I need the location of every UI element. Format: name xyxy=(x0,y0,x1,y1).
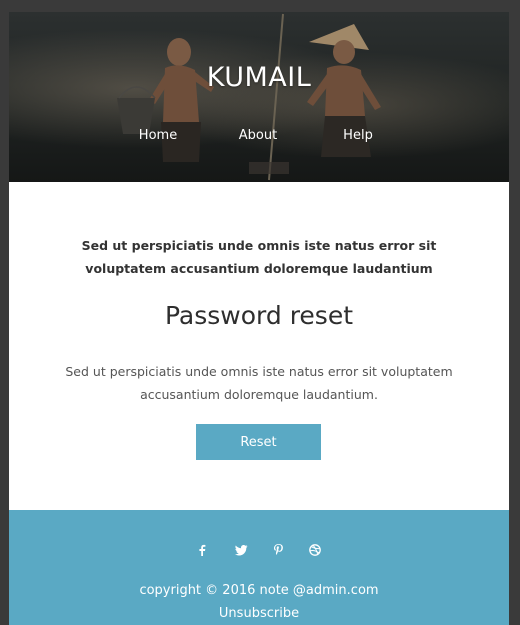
email-card: KUMAIL Home About Help Sed ut perspiciat… xyxy=(9,12,509,625)
facebook-icon[interactable] xyxy=(194,542,210,558)
nav-link-home[interactable]: Home xyxy=(139,128,177,143)
pinterest-icon[interactable] xyxy=(270,542,286,558)
hero-photo xyxy=(117,13,381,181)
description-text: Sed ut perspiciatis unde omnis iste natu… xyxy=(65,364,453,402)
page-title: Password reset xyxy=(164,301,354,330)
brand-title: KUMAIL xyxy=(206,62,312,93)
dribbble-icon[interactable] xyxy=(307,542,323,558)
nav-link-about[interactable]: About xyxy=(239,128,277,143)
twitter-icon[interactable] xyxy=(233,542,249,558)
unsubscribe-container: Unsubscribe xyxy=(9,606,509,621)
unsubscribe-link[interactable]: Unsubscribe xyxy=(219,606,299,621)
header-hero: KUMAIL Home About Help xyxy=(9,12,509,182)
reset-button[interactable]: Reset xyxy=(196,424,321,460)
copyright-text: copyright © 2016 note @admin.com xyxy=(139,583,379,598)
nav-link-help[interactable]: Help xyxy=(343,128,373,143)
top-nav: Home About Help xyxy=(9,128,509,148)
main-content: Sed ut perspiciatis unde omnis iste natu… xyxy=(9,182,509,510)
lead-text: Sed ut perspiciatis unde omnis iste natu… xyxy=(81,238,437,276)
footer: copyright © 2016 note @admin.com Unsubsc… xyxy=(9,510,509,625)
